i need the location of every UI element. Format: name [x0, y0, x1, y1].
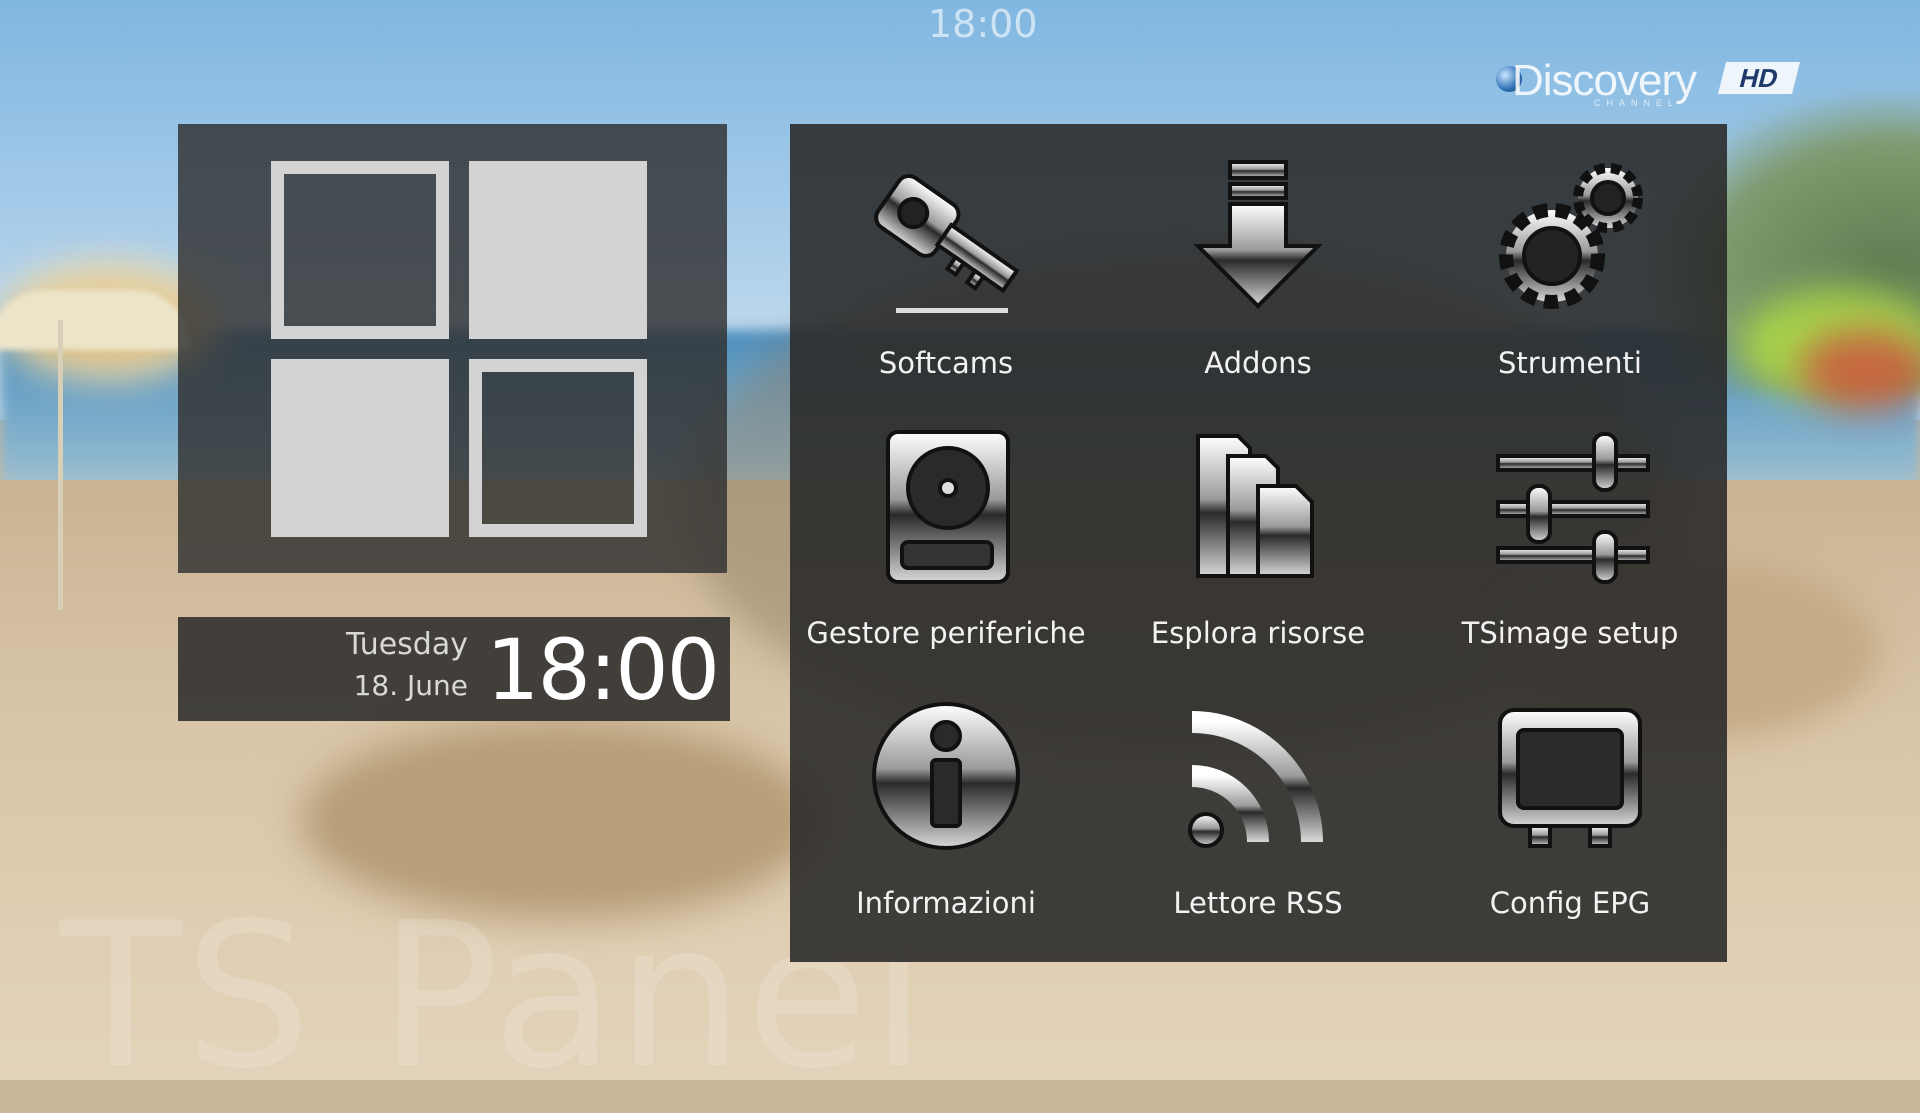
- menu-item-tsimage-setup[interactable]: TSimage setup: [1414, 394, 1726, 664]
- clock-panel: Tuesday 18. June 18:00: [178, 617, 730, 721]
- menu-item-config-epg[interactable]: Config EPG: [1414, 664, 1726, 934]
- menu-item-addons[interactable]: Addons: [1102, 124, 1414, 394]
- clock-time: 18:00: [486, 621, 720, 719]
- menu-item-esplora-risorse[interactable]: Esplora risorse: [1102, 394, 1414, 664]
- tile-bottom-right: [469, 359, 647, 537]
- menu-item-softcams[interactable]: Softcams: [790, 124, 1102, 394]
- tile-bottom-left: [271, 359, 449, 537]
- menu-item-lettore-rss[interactable]: Lettore RSS: [1102, 664, 1414, 934]
- download-arrow-icon: [1178, 156, 1338, 316]
- menu-item-label: Informazioni: [856, 886, 1036, 920]
- folders-icon: [1178, 426, 1338, 586]
- info-icon: [866, 696, 1026, 856]
- main-menu: Softcams Addons Strumenti Gestore perife…: [790, 124, 1727, 962]
- tile-logo-panel: [178, 124, 727, 573]
- clock-date: 18. June: [353, 669, 468, 702]
- hard-drive-icon: [866, 426, 1026, 586]
- rss-icon: [1178, 696, 1338, 856]
- menu-item-label: Esplora risorse: [1150, 616, 1366, 650]
- menu-item-label: Lettore RSS: [1173, 886, 1343, 920]
- gears-icon: [1490, 156, 1650, 316]
- softcam-key-icon: [866, 156, 1026, 316]
- sliders-icon: [1490, 426, 1650, 586]
- tile-top-right: [469, 161, 647, 339]
- menu-item-label: Config EPG: [1489, 886, 1651, 920]
- menu-item-gestore-periferiche[interactable]: Gestore periferiche: [790, 394, 1102, 664]
- menu-item-label: Gestore periferiche: [806, 616, 1086, 650]
- hd-badge: HD: [1718, 62, 1800, 94]
- tv-icon: [1490, 696, 1650, 856]
- menu-item-informazioni[interactable]: Informazioni: [790, 664, 1102, 934]
- channel-logo-sub: CHANNEL: [1594, 98, 1680, 108]
- clock-day: Tuesday: [345, 627, 468, 662]
- menu-item-label: Strumenti: [1498, 346, 1642, 380]
- top-clock: 18:00: [928, 2, 1038, 46]
- menu-item-label: TSimage setup: [1461, 616, 1679, 650]
- menu-item-strumenti[interactable]: Strumenti: [1414, 124, 1726, 394]
- menu-item-label: Addons: [1204, 346, 1312, 380]
- channel-logo: Discovery CHANNEL HD: [1490, 56, 1802, 114]
- menu-item-label: Softcams: [878, 346, 1014, 380]
- tile-top-left: [271, 161, 449, 339]
